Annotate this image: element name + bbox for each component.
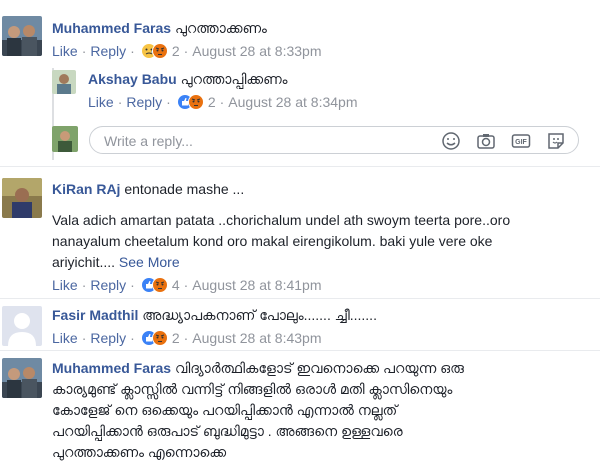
reaction-count[interactable]: 2	[172, 330, 180, 346]
angry-reaction-icon	[151, 43, 168, 59]
commenter-name[interactable]: KiRan RAj	[52, 181, 120, 197]
camera-icon[interactable]	[476, 131, 496, 151]
reaction-icons[interactable]	[140, 330, 169, 346]
comment-text: അദ്ധ്യാപകനാണ് പോലും....... ച്ചീ.......	[142, 307, 377, 323]
reaction-icons[interactable]	[176, 94, 205, 110]
angry-reaction-icon	[151, 277, 168, 293]
divider	[0, 298, 600, 299]
like-link[interactable]: Like	[88, 94, 114, 110]
commenter-name[interactable]: Muhammed Faras	[52, 20, 171, 36]
reply-link[interactable]: Reply	[90, 277, 126, 293]
comment-body-line: കോളേജ് നെ ഒക്കെയും പറയിപ്പിക്കാൻ എന്നാൽ …	[52, 402, 398, 418]
comment-text: പുറത്താക്കണം	[174, 20, 267, 36]
divider	[0, 166, 600, 167]
comment-text: വിദ്യാർത്ഥികളോട് ഇവനൊക്കെ പറയുന്ന ഒരു	[174, 360, 464, 376]
avatar[interactable]	[2, 16, 42, 56]
commenter-name[interactable]: Akshay Babu	[88, 71, 177, 87]
timestamp[interactable]: August 28 at 8:34pm	[228, 94, 357, 110]
avatar[interactable]	[52, 70, 76, 94]
reaction-icons[interactable]	[140, 43, 169, 59]
svg-text:GIF: GIF	[515, 139, 527, 146]
reply-link[interactable]: Reply	[90, 330, 126, 346]
reply-link[interactable]: Reply	[126, 94, 162, 110]
timestamp[interactable]: August 28 at 8:33pm	[192, 43, 321, 59]
angry-reaction-icon	[151, 330, 168, 346]
reaction-count[interactable]: 2	[208, 94, 216, 110]
comment-body-line: പുറത്താക്കണം എന്നൊക്കെ	[52, 444, 227, 460]
comment-body-line: പറയിപ്പിക്കാൻ ഒരുപാട് ബുദ്ധിമുട്ടാ . അങ്…	[52, 423, 403, 439]
avatar[interactable]	[2, 178, 42, 218]
comment-body-line: കാര്യമുണ്ട് ക്ലാസ്സിൽ വന്നിട്ട് നിങ്ങളിൽ…	[52, 381, 453, 397]
commenter-name[interactable]: Fasir Madthil	[52, 307, 138, 323]
comment-body-line: Vala adich amartan patata ..chorichalum …	[52, 212, 511, 228]
comment-text: പുറത്താപ്പിക്കണം	[180, 71, 288, 87]
like-link[interactable]: Like	[52, 330, 78, 346]
avatar[interactable]	[2, 306, 42, 346]
like-link[interactable]: Like	[52, 277, 78, 293]
commenter-name[interactable]: Muhammed Faras	[52, 360, 171, 376]
timestamp[interactable]: August 28 at 8:43pm	[192, 330, 321, 346]
avatar[interactable]	[2, 358, 42, 398]
angry-reaction-icon	[187, 94, 204, 110]
comment-body-line: nanayalum cheetalum kond oro makal eiren…	[52, 233, 493, 249]
timestamp[interactable]: August 28 at 8:41pm	[192, 277, 321, 293]
comment-body-line: ariyichit....	[52, 254, 116, 270]
reply-link[interactable]: Reply	[90, 43, 126, 59]
reaction-count[interactable]: 4	[172, 277, 180, 293]
reply-input[interactable]	[102, 131, 426, 151]
comment-text: entonade mashe ...	[124, 181, 245, 197]
like-link[interactable]: Like	[52, 43, 78, 59]
reaction-count[interactable]: 2	[172, 43, 180, 59]
see-more-link[interactable]: See More	[119, 254, 180, 270]
divider	[0, 350, 600, 351]
reaction-icons[interactable]	[140, 277, 169, 293]
reply-box[interactable]: GIF	[89, 126, 579, 154]
sticker-icon[interactable]	[546, 131, 566, 151]
emoji-icon[interactable]	[441, 131, 461, 151]
current-user-avatar	[52, 126, 78, 152]
gif-icon[interactable]: GIF	[511, 131, 531, 151]
